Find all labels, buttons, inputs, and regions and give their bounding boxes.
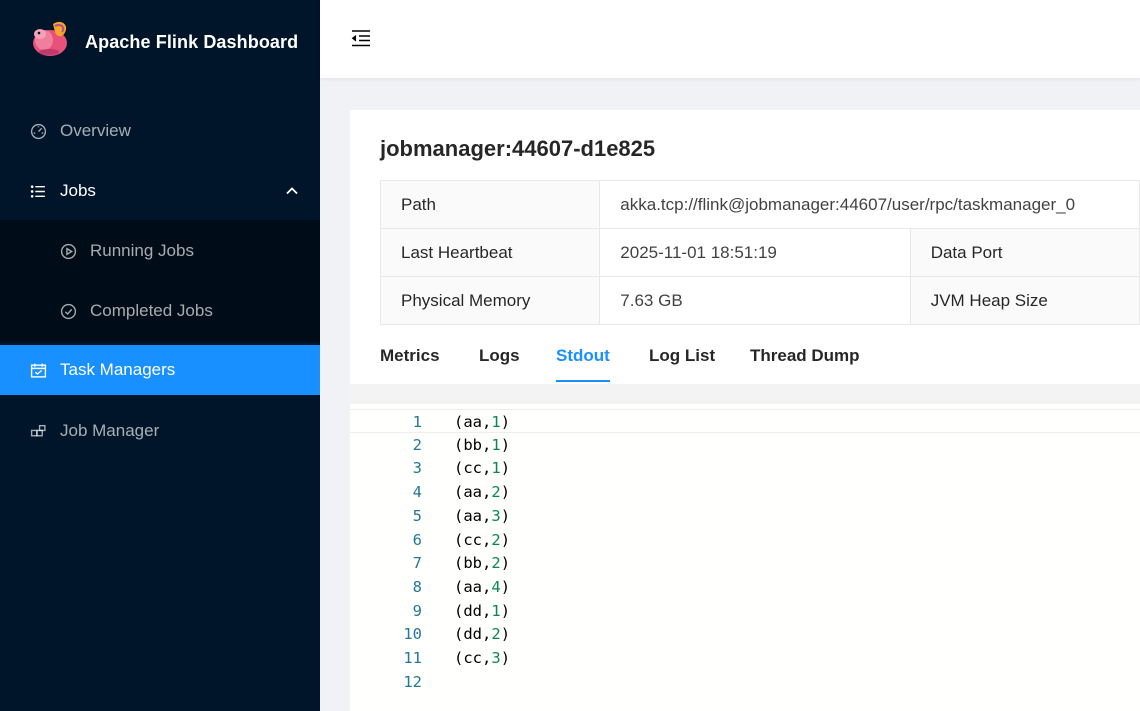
menu-fold-icon[interactable] <box>350 27 372 49</box>
sidebar-item-completed-jobs[interactable]: Completed Jobs <box>0 286 320 336</box>
tuple-count: 2 <box>491 554 501 573</box>
code-line[interactable]: 11 (cc,3) <box>350 646 1140 670</box>
tuple-key: bb <box>463 435 483 454</box>
code-line[interactable]: 7 (bb,2) <box>350 551 1140 575</box>
tuple-count: 1 <box>491 459 501 478</box>
heartbeat-value: 2025-11-01 18:51:19 <box>599 228 911 277</box>
top-header <box>320 0 1140 78</box>
code-line[interactable]: 4 (aa,2) <box>350 480 1140 504</box>
code-line[interactable]: 12 <box>350 670 1140 694</box>
code-text: (bb,1) <box>454 435 511 454</box>
tuple-count: 4 <box>491 577 501 596</box>
line-number: 8 <box>412 577 422 596</box>
tuple-count: 3 <box>491 506 501 525</box>
code-line[interactable]: 10 (dd,2) <box>350 622 1140 646</box>
active-tab-indicator <box>556 380 610 382</box>
jvm-heap-size-label: JVM Heap Size <box>909 276 1140 325</box>
line-number: 9 <box>412 601 422 620</box>
code-line[interactable]: 9 (dd,1) <box>350 599 1140 623</box>
tab-log-list[interactable]: Log List <box>649 346 715 366</box>
tuple-key: dd <box>463 625 483 644</box>
dashboard-icon <box>30 123 47 140</box>
tuple-key: cc <box>463 459 483 478</box>
stdout-code-editor[interactable]: 1 (aa,1) 2 (bb,1) 3 (cc,1) 4 (aa,2) 5 (aa,3) 6 (cc,… <box>350 404 1140 711</box>
page-title: jobmanager:44607-d1e825 <box>380 136 656 161</box>
tuple-count: 2 <box>491 625 501 644</box>
sidebar-item-jobs[interactable]: Jobs <box>0 166 320 216</box>
code-text: (aa,2) <box>454 483 511 502</box>
tab-thread-dump[interactable]: Thread Dump <box>750 346 860 366</box>
tuple-key: aa <box>463 577 483 596</box>
tab-stdout[interactable]: Stdout <box>556 346 610 366</box>
tuple-count: 1 <box>491 601 501 620</box>
build-icon <box>30 424 46 437</box>
line-number: 7 <box>412 554 422 573</box>
chevron-up-icon <box>286 187 298 195</box>
task-manager-descriptions: Path akka.tcp://flink@jobmanager:44607/u… <box>379 180 1140 325</box>
physical-memory-label: Physical Memory <box>379 276 601 325</box>
line-number: 6 <box>412 530 422 549</box>
line-number: 11 <box>403 649 422 667</box>
code-text: (dd,1) <box>454 601 511 620</box>
sidebar-item-job-manager[interactable]: Job Manager <box>0 406 320 456</box>
tab-content-divider <box>350 384 1140 404</box>
tuple-count: 3 <box>491 649 501 667</box>
unordered-list-icon <box>30 185 45 198</box>
sidebar-item-task-managers[interactable]: Task Managers <box>0 345 320 395</box>
tuple-key: aa <box>463 413 483 431</box>
code-line[interactable]: 8 (aa,4) <box>350 575 1140 599</box>
flink-squirrel-logo-icon <box>33 21 67 56</box>
tuple-key: aa <box>463 483 483 502</box>
line-number: 10 <box>403 625 422 644</box>
task-manager-detail-card: jobmanager:44607-d1e825 Path akka.tcp://… <box>350 110 1140 711</box>
code-line[interactable]: 5 (aa,3) <box>350 504 1140 528</box>
tab-logs[interactable]: Logs <box>479 346 520 366</box>
sidebar: Apache Flink Dashboard Overview Jobs Run… <box>0 0 320 711</box>
tab-metrics[interactable]: Metrics <box>380 346 440 366</box>
tuple-count: 1 <box>491 413 501 431</box>
table-row: Last Heartbeat 2025-11-01 18:51:19 Data … <box>379 228 1140 277</box>
data-port-label: Data Port <box>909 228 1140 277</box>
tuple-key: aa <box>463 506 483 525</box>
line-number: 12 <box>403 672 422 691</box>
tuple-key: dd <box>463 601 483 620</box>
code-line[interactable]: 3 (cc,1) <box>350 456 1140 480</box>
schedule-icon <box>30 363 47 378</box>
logo[interactable]: Apache Flink Dashboard <box>0 0 320 86</box>
code-text: (aa,3) <box>454 506 511 525</box>
tuple-key: cc <box>463 530 483 549</box>
code-text: (bb,2) <box>454 554 511 573</box>
app-title: Apache Flink Dashboard <box>85 32 299 52</box>
code-text: (cc,3) <box>454 649 511 667</box>
tuple-count: 2 <box>491 530 501 549</box>
code-text: (aa,4) <box>454 577 511 596</box>
table-row: Path akka.tcp://flink@jobmanager:44607/u… <box>379 180 1140 229</box>
line-number: 5 <box>412 506 422 525</box>
code-line[interactable]: 2 (bb,1) <box>350 433 1140 457</box>
line-number: 2 <box>412 435 422 454</box>
line-number: 1 <box>412 413 422 431</box>
table-row: Physical Memory 7.63 GB JVM Heap Size <box>379 276 1140 325</box>
tuple-key: bb <box>463 554 483 573</box>
code-text: (cc,2) <box>454 530 511 549</box>
line-number: 4 <box>412 483 422 502</box>
code-text: (cc,1) <box>454 459 511 478</box>
play-circle-icon <box>60 243 77 260</box>
code-text: (dd,2) <box>454 625 511 644</box>
physical-memory-value: 7.63 GB <box>599 276 911 325</box>
sidebar-item-overview[interactable]: Overview <box>0 106 320 156</box>
heartbeat-label: Last Heartbeat <box>379 228 601 277</box>
line-number: 3 <box>412 459 422 478</box>
code-line[interactable]: 1 (aa,1) <box>350 409 1140 433</box>
sidebar-item-running-jobs[interactable]: Running Jobs <box>0 226 320 276</box>
check-circle-icon <box>60 303 77 320</box>
tuple-key: cc <box>463 649 483 667</box>
tuple-count: 2 <box>491 483 501 502</box>
path-label: Path <box>379 180 601 229</box>
path-value: akka.tcp://flink@jobmanager:44607/user/r… <box>599 180 1140 229</box>
code-text: (aa,1) <box>454 413 511 431</box>
code-line[interactable]: 6 (cc,2) <box>350 528 1140 552</box>
tuple-count: 1 <box>491 435 501 454</box>
